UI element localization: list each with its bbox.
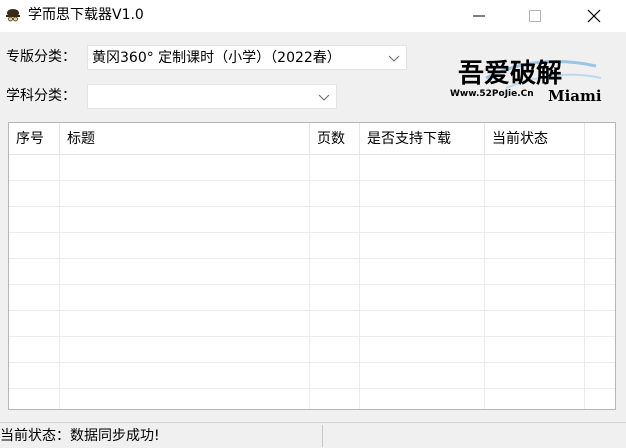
close-button[interactable] <box>571 0 617 32</box>
table-cell <box>310 311 360 337</box>
table-cell <box>310 207 360 233</box>
table-row[interactable] <box>9 207 615 233</box>
table-cell <box>60 233 310 259</box>
column-header-pages[interactable]: 页数 <box>310 123 360 155</box>
table-cell <box>360 207 485 233</box>
logo-main-text: 吾爱破解 <box>458 59 562 89</box>
edition-select-value: 黄冈360° 定制课时（小学）（2022春） <box>92 50 341 66</box>
column-header-title[interactable]: 标题 <box>60 123 310 155</box>
table-cell <box>60 207 310 233</box>
table-cell <box>60 181 310 207</box>
column-header-downloadable[interactable]: 是否支持下载 <box>360 123 485 155</box>
table-cell <box>310 233 360 259</box>
table-cell <box>310 285 360 311</box>
maximize-icon <box>529 10 541 22</box>
table-row[interactable] <box>9 389 615 409</box>
table-cell <box>485 285 585 311</box>
edition-select[interactable]: 黄冈360° 定制课时（小学）（2022春） <box>87 45 407 70</box>
table-cell <box>60 337 310 363</box>
table-cell <box>60 389 310 409</box>
table-cell <box>60 155 310 181</box>
table-cell <box>360 363 485 389</box>
table-cell <box>9 233 60 259</box>
table-cell <box>9 207 60 233</box>
table-cell <box>485 311 585 337</box>
table-cell <box>9 389 60 409</box>
table-cell <box>310 259 360 285</box>
minimize-button[interactable] <box>456 0 502 32</box>
table-cell <box>9 311 60 337</box>
table-cell <box>360 259 485 285</box>
close-icon <box>587 9 601 23</box>
subject-label: 学科分类： <box>6 88 76 104</box>
table-cell <box>9 259 60 285</box>
table-cell <box>310 181 360 207</box>
table-cell <box>485 155 585 181</box>
table-cell <box>485 181 585 207</box>
table-row[interactable] <box>9 259 615 285</box>
table-cell <box>9 181 60 207</box>
table-row[interactable] <box>9 155 615 181</box>
table-cell <box>310 389 360 409</box>
table-cell <box>9 337 60 363</box>
column-header-index[interactable]: 序号 <box>9 123 60 155</box>
table-cell <box>360 285 485 311</box>
status-text: 当前状态：数据同步成功! <box>0 428 160 444</box>
subject-select[interactable] <box>87 84 337 109</box>
table-cell <box>60 311 310 337</box>
table-row[interactable] <box>9 363 615 389</box>
table-cell <box>310 155 360 181</box>
52pojie-logo: 吾爱破解 Www.52PoJie.Cn Miami <box>450 59 602 105</box>
table-header: 序号 标题 页数 是否支持下载 当前状态 <box>9 123 615 155</box>
table-row[interactable] <box>9 233 615 259</box>
title-bar[interactable]: 学而思下载器V1.0 <box>0 0 626 32</box>
table-cell <box>360 389 485 409</box>
table-cell <box>485 337 585 363</box>
logo-side-text: Miami <box>548 87 602 105</box>
table-cell <box>485 259 585 285</box>
edition-label: 专版分类： <box>6 49 76 65</box>
table-cell <box>9 363 60 389</box>
table-cell <box>9 285 60 311</box>
table-cell <box>485 389 585 409</box>
table-cell <box>360 181 485 207</box>
table-row[interactable] <box>9 337 615 363</box>
table-cell <box>60 363 310 389</box>
table-cell <box>485 233 585 259</box>
status-divider <box>322 425 323 447</box>
table-cell <box>360 233 485 259</box>
table-cell <box>310 363 360 389</box>
chevron-down-icon <box>318 94 330 101</box>
table-row[interactable] <box>9 285 615 311</box>
chevron-down-icon <box>388 55 400 62</box>
logo-url-text: Www.52PoJie.Cn <box>450 89 534 99</box>
table-cell <box>485 207 585 233</box>
table-cell <box>360 337 485 363</box>
maximize-button[interactable] <box>512 0 558 32</box>
table-cell <box>9 155 60 181</box>
table-cell <box>60 285 310 311</box>
table-cell <box>360 155 485 181</box>
table-cell <box>310 337 360 363</box>
table-row[interactable] <box>9 181 615 207</box>
column-header-status[interactable]: 当前状态 <box>485 123 585 155</box>
spy-hat-icon <box>6 9 20 22</box>
minimize-icon <box>473 15 485 17</box>
table-row[interactable] <box>9 311 615 337</box>
window-title: 学而思下载器V1.0 <box>28 7 144 23</box>
table-cell <box>360 311 485 337</box>
table-cell <box>60 259 310 285</box>
file-table[interactable]: 序号 标题 页数 是否支持下载 当前状态 <box>8 122 616 410</box>
status-bar: 当前状态：数据同步成功! <box>0 422 626 448</box>
table-cell <box>485 363 585 389</box>
